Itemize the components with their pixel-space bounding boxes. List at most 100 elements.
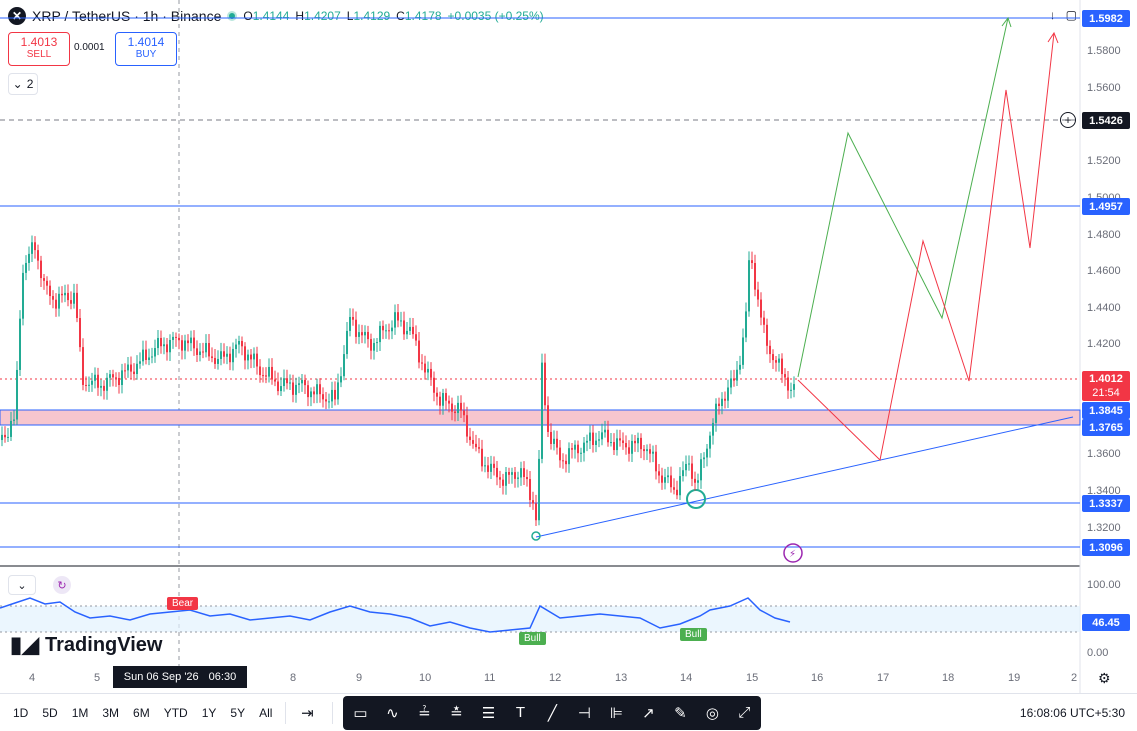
candle-body [148,357,150,360]
candle-body [589,432,591,441]
candle-body [226,353,228,357]
candle-body [310,391,312,398]
timeframe-5d[interactable]: 5D [35,706,64,720]
clock[interactable]: 16:08:06 UTC+5:30 [1020,706,1125,720]
candle-body [358,332,360,337]
candle-body [670,475,672,488]
candle-body [214,357,216,364]
candle-body [277,381,279,392]
candle-body [610,442,612,444]
candle-body [133,371,135,375]
candle-body [379,325,381,343]
candle-body [115,377,117,379]
measure-icon[interactable]: ⤢ [729,698,759,728]
candle-body [400,320,402,322]
timeframe-1y[interactable]: 1Y [195,706,224,720]
text-icon[interactable]: T [505,698,535,728]
candle-body [676,489,678,496]
candle-body [34,242,36,251]
price-chart[interactable]: ⚡ [0,0,1137,693]
candle-body [751,260,753,264]
red-projection [797,32,1055,462]
rsi-tick: 100.00 [1087,579,1121,591]
candle-body [679,476,681,496]
candle-body [337,382,339,400]
candle-body [61,293,63,296]
candle-body [196,348,198,355]
candle-body [145,349,147,360]
timeframe-1d[interactable]: 1D [6,706,35,720]
eye-icon[interactable]: ◎ [697,698,727,728]
candle-body [331,389,333,402]
candle-body [16,369,18,420]
timeframe-3m[interactable]: 3M [95,706,126,720]
candle-body [436,392,438,397]
candle-body [433,377,435,393]
date-range-icon[interactable]: ⇥ [292,698,322,728]
timeframe-ytd[interactable]: YTD [157,706,195,720]
candle-body [781,358,783,375]
candle-body [772,354,774,361]
horizontal-line-icon[interactable]: ⊣ [569,698,599,728]
add-alert-icon[interactable]: + [1060,112,1076,128]
candle-body [697,480,699,483]
candle-body [307,385,309,398]
candle-body [430,368,432,378]
candle-body [499,477,501,480]
candle-body [628,447,630,454]
pattern-icon[interactable]: ∿ [377,698,407,728]
candle-body [136,363,138,375]
candle-body [646,449,648,452]
rsi-collapse-button[interactable]: ⌄ [8,575,36,595]
brush-icon[interactable]: ✎ [665,698,695,728]
candle-body [502,479,504,486]
candle-body [766,324,768,346]
short-position-icon[interactable]: ≛ [441,698,471,728]
candle-body [526,477,528,480]
candle-body [571,448,573,450]
timeframe-1m[interactable]: 1M [65,706,96,720]
candle-body [397,312,399,321]
candle-body [364,331,366,336]
candle-body [583,442,585,453]
candle-body [367,331,369,340]
candle-body [508,471,510,475]
refresh-icon[interactable]: ↻ [53,576,71,594]
candle-body [484,465,486,467]
rectangle-icon[interactable]: ▭ [345,698,375,728]
candle-body [403,320,405,335]
timeframe-5y[interactable]: 5Y [223,706,252,720]
candle-body [457,402,459,414]
candle-body [151,356,153,358]
candle-body [769,345,771,355]
candle-body [172,336,174,340]
timeframe-all[interactable]: All [252,706,279,720]
timeframe-6m[interactable]: 6M [126,706,157,720]
candle-body [586,440,588,443]
candle-body [343,354,345,377]
candle-body [724,398,726,401]
settings-icon[interactable]: ⚙ [1098,670,1111,687]
price-tick: 1.3200 [1087,522,1121,534]
candle-body [658,471,660,476]
candle-body [97,374,99,388]
candle-body [664,477,666,483]
bars-pattern-icon[interactable]: ⊫ [601,698,631,728]
candle-body [103,385,105,391]
candle-body [274,379,276,382]
trend-line-icon[interactable]: ╱ [537,698,567,728]
candle-body [1,434,3,440]
candle-body [418,340,420,363]
candle-body [487,465,489,472]
candle-body [178,337,180,341]
candle-body [67,292,69,301]
candle-body [616,438,618,451]
candle-body [406,330,408,335]
candle-body [262,375,264,377]
long-position-icon[interactable]: ≟ [409,698,439,728]
candle-body [181,340,183,351]
path-icon[interactable]: ↗ [633,698,663,728]
fib-icon[interactable]: ☰ [473,698,503,728]
candle-body [298,383,300,385]
candle-body [88,384,90,386]
